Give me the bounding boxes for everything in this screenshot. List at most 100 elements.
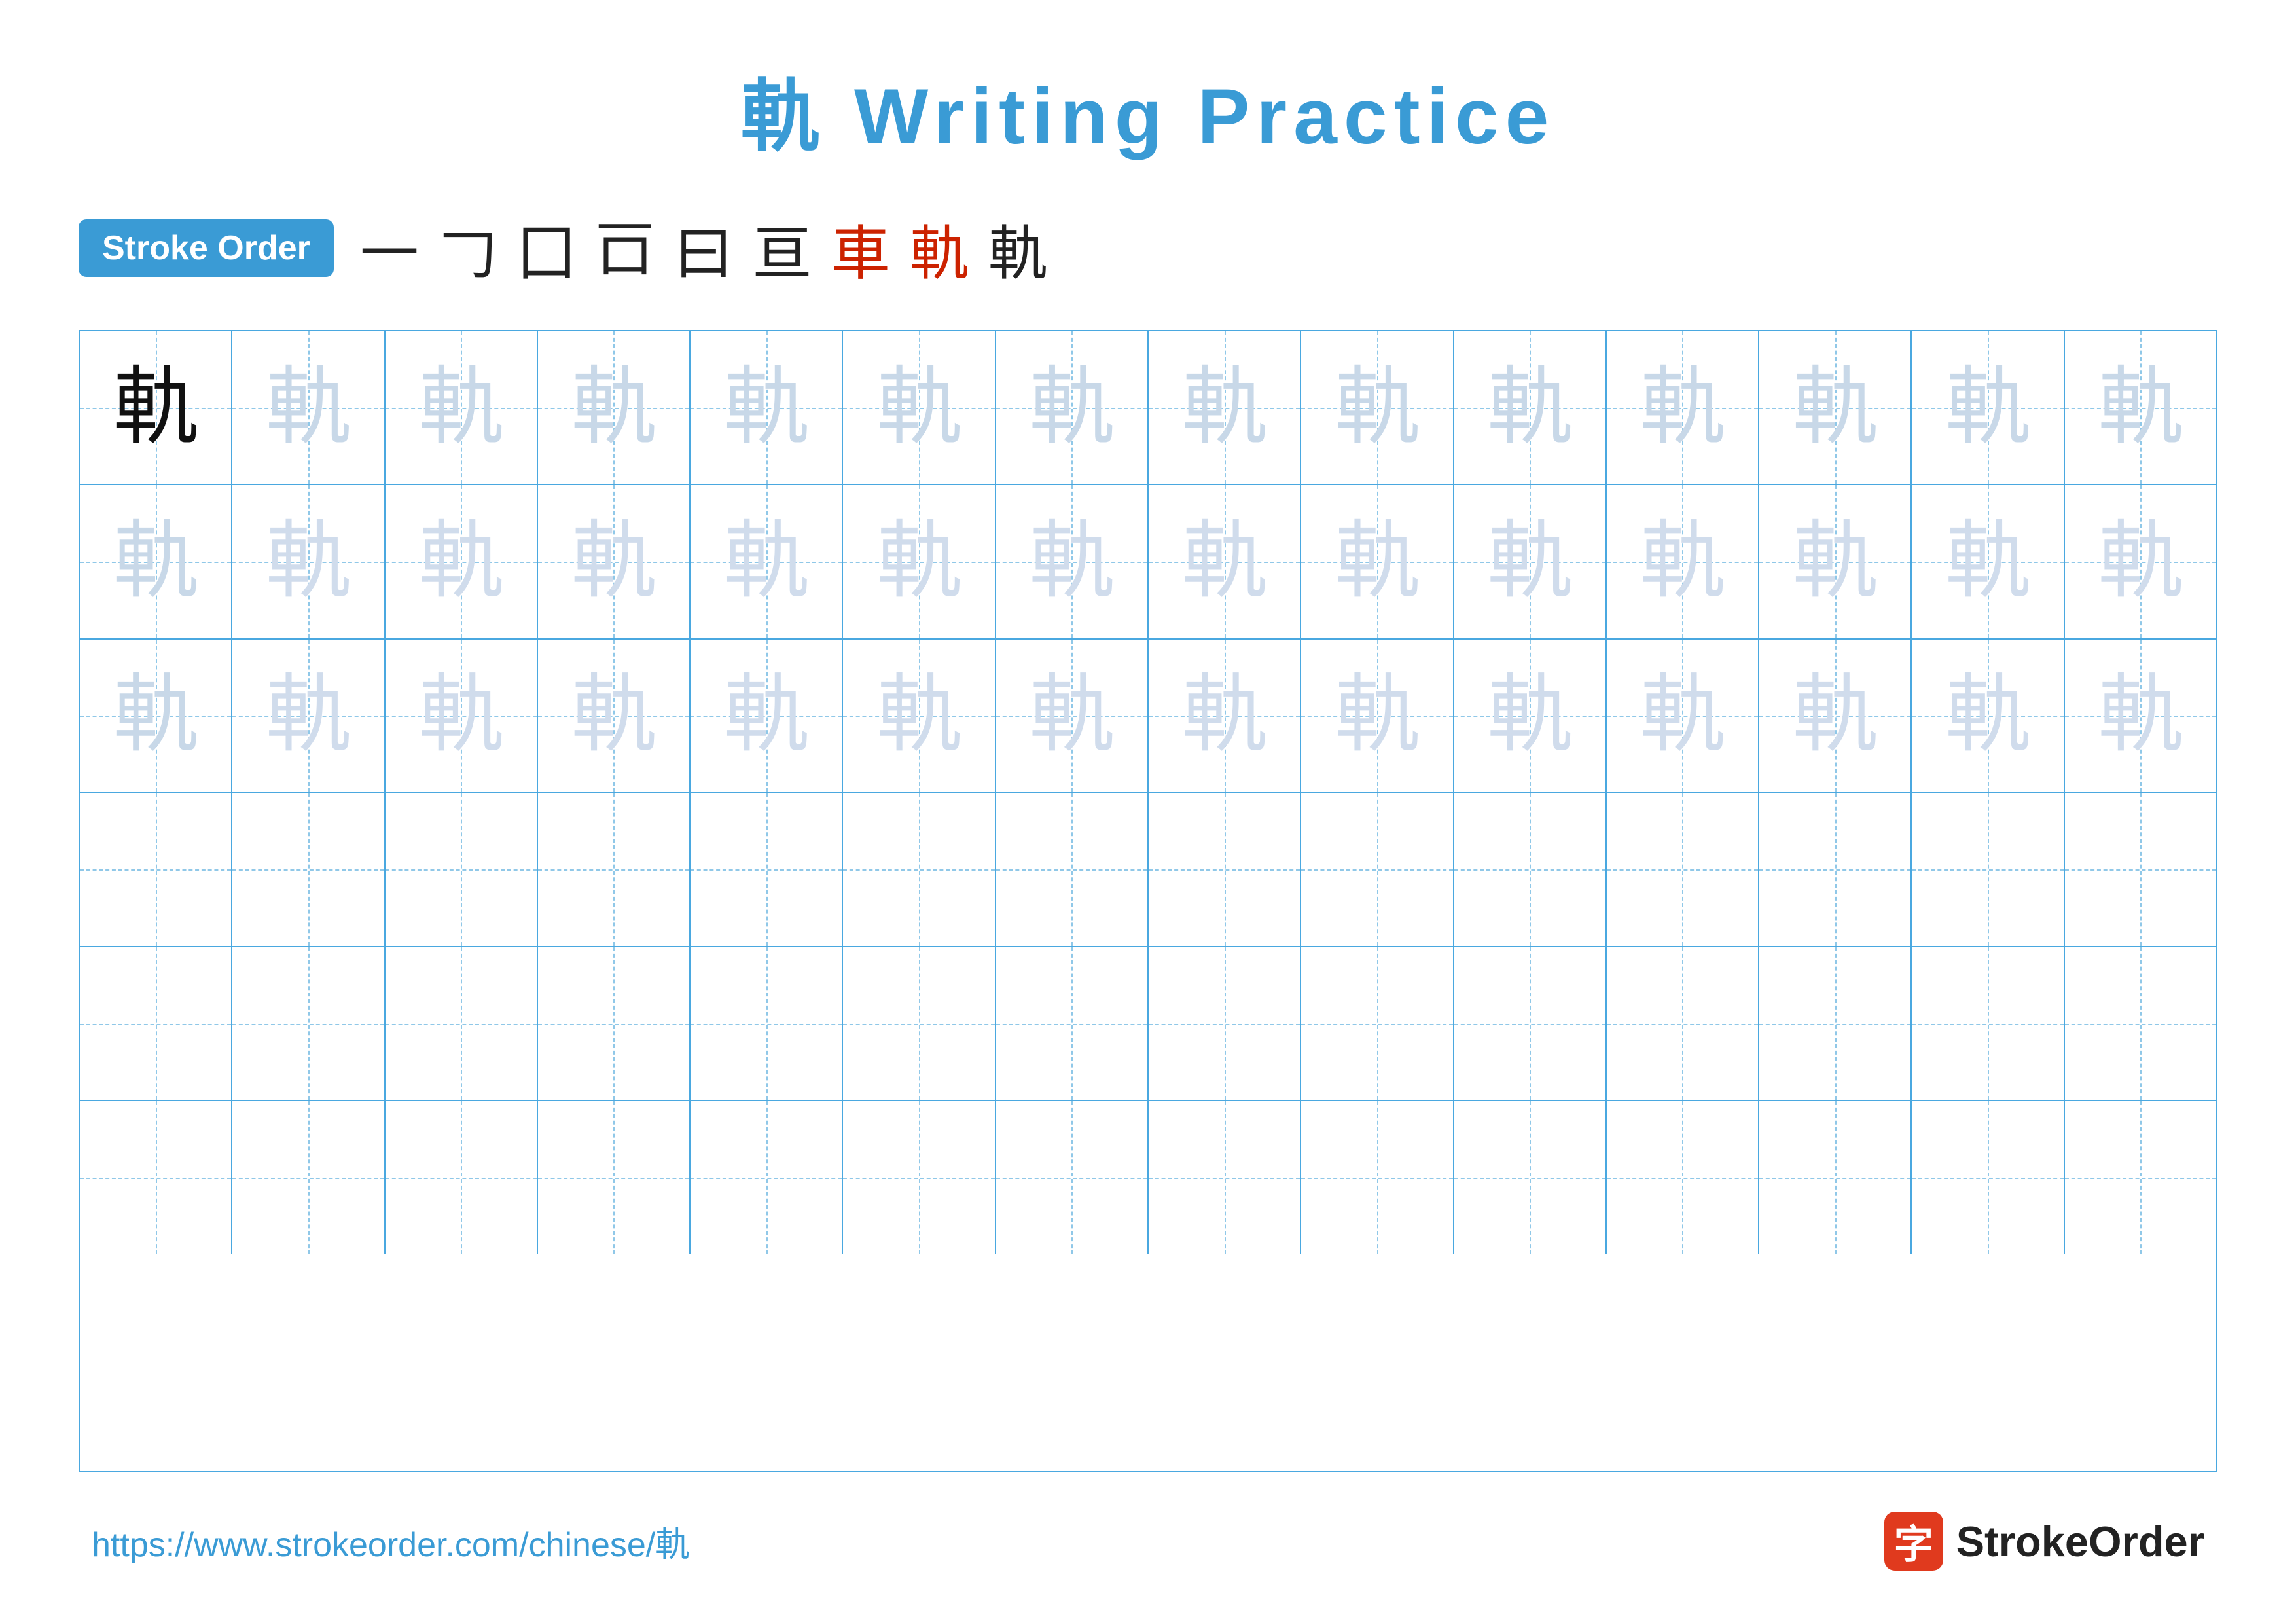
grid-cell[interactable] [1149, 947, 1301, 1100]
grid-cell[interactable] [232, 1101, 385, 1254]
grid-cell[interactable]: 軌 [1301, 331, 1454, 484]
grid-cell[interactable]: 軌 [1607, 331, 1759, 484]
grid-cell[interactable] [691, 1101, 843, 1254]
grid-cell[interactable]: 軌 [1912, 331, 2064, 484]
grid-cell[interactable]: 軌 [538, 331, 691, 484]
grid-cell[interactable] [1759, 793, 1912, 946]
practice-char: 軌 [876, 365, 961, 450]
grid-cell[interactable]: 軌 [843, 331, 996, 484]
grid-cell[interactable]: 軌 [996, 485, 1149, 638]
grid-cell[interactable] [2065, 947, 2216, 1100]
grid-cell[interactable] [1912, 793, 2064, 946]
grid-row-2: 軌 軌 軌 軌 軌 軌 軌 軌 軌 軌 軌 軌 軌 軌 [80, 485, 2216, 639]
grid-row-3: 軌 軌 軌 軌 軌 軌 軌 軌 軌 軌 軌 軌 軌 軌 [80, 640, 2216, 793]
grid-cell[interactable] [386, 793, 538, 946]
grid-cell[interactable] [538, 793, 691, 946]
grid-cell[interactable]: 軌 [386, 485, 538, 638]
grid-cell[interactable] [1607, 1101, 1759, 1254]
page: 軌 Writing Practice Stroke Order 一 𠃌 囗 𠮛 … [0, 0, 2296, 1623]
grid-cell[interactable]: 軌 [2065, 331, 2216, 484]
stroke-order-badge: Stroke Order [79, 219, 334, 277]
grid-cell[interactable]: 軌 [843, 640, 996, 792]
grid-cell[interactable]: 軌 [232, 485, 385, 638]
grid-cell[interactable] [2065, 1101, 2216, 1254]
grid-cell[interactable]: 軌 [1759, 331, 1912, 484]
grid-cell[interactable] [1301, 793, 1454, 946]
grid-cell[interactable] [386, 947, 538, 1100]
grid-cell[interactable] [843, 793, 996, 946]
grid-cell[interactable] [1454, 947, 1607, 1100]
grid-cell[interactable] [2065, 793, 2216, 946]
grid-row-4 [80, 793, 2216, 947]
grid-cell[interactable] [538, 1101, 691, 1254]
grid-cell[interactable]: 軌 [843, 485, 996, 638]
grid-cell[interactable]: 軌 [2065, 640, 2216, 792]
grid-cell[interactable]: 軌 [538, 640, 691, 792]
grid-cell[interactable] [1454, 793, 1607, 946]
grid-cell[interactable] [1607, 793, 1759, 946]
practice-char: 軌 [2098, 365, 2183, 450]
grid-cell[interactable]: 軌 [1454, 485, 1607, 638]
grid-cell[interactable]: 軌 [80, 331, 232, 484]
grid-cell[interactable] [232, 947, 385, 1100]
grid-cell[interactable] [1301, 947, 1454, 1100]
grid-cell[interactable] [1454, 1101, 1607, 1254]
grid-cell[interactable]: 軌 [996, 640, 1149, 792]
grid-cell[interactable] [996, 793, 1149, 946]
grid-cell[interactable]: 軌 [1454, 640, 1607, 792]
practice-char: 軌 [1945, 365, 2030, 450]
grid-cell[interactable] [691, 793, 843, 946]
grid-cell[interactable] [843, 1101, 996, 1254]
practice-char: 軌 [418, 673, 503, 758]
grid-cell[interactable] [996, 947, 1149, 1100]
grid-cell[interactable] [1607, 947, 1759, 1100]
grid-cell[interactable]: 軌 [1607, 485, 1759, 638]
grid-cell[interactable]: 軌 [80, 640, 232, 792]
grid-cell[interactable] [1759, 947, 1912, 1100]
grid-cell[interactable] [691, 947, 843, 1100]
grid-cell[interactable]: 軌 [1759, 485, 1912, 638]
grid-cell[interactable]: 軌 [2065, 485, 2216, 638]
grid-cell[interactable]: 軌 [1149, 331, 1301, 484]
grid-cell[interactable]: 軌 [1912, 485, 2064, 638]
grid-row-5 [80, 947, 2216, 1101]
grid-cell[interactable]: 軌 [691, 640, 843, 792]
grid-cell[interactable]: 軌 [1607, 640, 1759, 792]
grid-cell[interactable] [538, 947, 691, 1100]
grid-cell[interactable]: 軌 [1301, 485, 1454, 638]
grid-cell[interactable]: 軌 [1149, 485, 1301, 638]
grid-cell[interactable] [996, 1101, 1149, 1254]
grid-cell[interactable]: 軌 [1149, 640, 1301, 792]
grid-cell[interactable] [80, 1101, 232, 1254]
grid-cell[interactable]: 軌 [232, 640, 385, 792]
grid-cell[interactable]: 軌 [386, 331, 538, 484]
grid-cell[interactable]: 軌 [1301, 640, 1454, 792]
grid-cell[interactable]: 軌 [232, 331, 385, 484]
grid-cell[interactable]: 軌 [80, 485, 232, 638]
grid-cell[interactable]: 軌 [691, 331, 843, 484]
grid-cell[interactable] [1149, 793, 1301, 946]
grid-cell[interactable] [1912, 1101, 2064, 1254]
practice-char: 軌 [571, 519, 656, 604]
grid-cell[interactable]: 軌 [1912, 640, 2064, 792]
grid-cell[interactable] [843, 947, 996, 1100]
grid-cell[interactable] [1912, 947, 2064, 1100]
practice-char: 軌 [724, 673, 809, 758]
grid-cell[interactable] [1759, 1101, 1912, 1254]
grid-cell[interactable]: 軌 [996, 331, 1149, 484]
grid-cell[interactable] [386, 1101, 538, 1254]
grid-cell[interactable]: 軌 [691, 485, 843, 638]
stroke-sequence: 一 𠃌 囗 𠮛 曰 亘 車 軌 軌 [360, 206, 1047, 291]
practice-grid: 軌 軌 軌 軌 軌 軌 軌 軌 軌 軌 軌 軌 軌 軌 軌 軌 軌 軌 軌 軌 … [79, 330, 2217, 1472]
grid-cell[interactable] [1301, 1101, 1454, 1254]
grid-cell[interactable]: 軌 [1759, 640, 1912, 792]
grid-cell[interactable]: 軌 [1454, 331, 1607, 484]
grid-cell[interactable] [80, 947, 232, 1100]
practice-char: 軌 [1335, 519, 1420, 604]
grid-cell[interactable]: 軌 [538, 485, 691, 638]
grid-cell[interactable]: 軌 [386, 640, 538, 792]
practice-char: 軌 [266, 673, 351, 758]
grid-cell[interactable] [232, 793, 385, 946]
grid-cell[interactable] [1149, 1101, 1301, 1254]
grid-cell[interactable] [80, 793, 232, 946]
